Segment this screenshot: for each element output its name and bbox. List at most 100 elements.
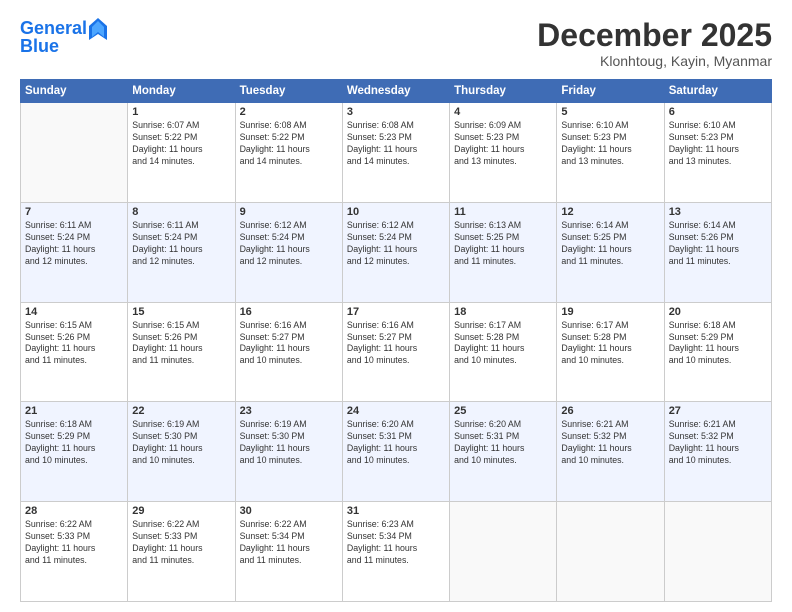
calendar-cell: 30 Sunrise: 6:22 AMSunset: 5:34 PMDayligh…	[235, 502, 342, 602]
daylight-text: Daylight: 11 hours	[25, 443, 123, 455]
day-number: 11	[454, 206, 552, 218]
daylight-text: Daylight: 11 hours	[454, 244, 552, 256]
sunrise-text: Sunrise: 6:12 AM	[347, 220, 445, 232]
daylight-text: and 10 minutes.	[347, 455, 445, 467]
day-number: 15	[132, 306, 230, 318]
cell-info: Sunrise: 6:22 AMSunset: 5:34 PMDaylight:…	[240, 519, 338, 567]
daylight-text: Daylight: 11 hours	[132, 144, 230, 156]
cell-info: Sunrise: 6:11 AMSunset: 5:24 PMDaylight:…	[132, 220, 230, 268]
week-row-1: 7 Sunrise: 6:11 AMSunset: 5:24 PMDaylight…	[21, 202, 772, 302]
sunrise-text: Sunrise: 6:19 AM	[132, 419, 230, 431]
col-header-tuesday: Tuesday	[235, 80, 342, 103]
day-number: 31	[347, 505, 445, 517]
day-number: 21	[25, 405, 123, 417]
day-number: 30	[240, 505, 338, 517]
cell-info: Sunrise: 6:15 AMSunset: 5:26 PMDaylight:…	[132, 320, 230, 368]
cell-info: Sunrise: 6:20 AMSunset: 5:31 PMDaylight:…	[454, 419, 552, 467]
day-number: 17	[347, 306, 445, 318]
daylight-text: and 10 minutes.	[561, 355, 659, 367]
calendar-cell: 17Sunrise: 6:16 AMSunset: 5:27 PMDayligh…	[342, 302, 449, 402]
cell-info: Sunrise: 6:22 AMSunset: 5:33 PMDaylight:…	[25, 519, 123, 567]
sunrise-text: Sunrise: 6:07 AM	[132, 120, 230, 132]
day-number: 4	[454, 106, 552, 118]
calendar-cell: 21Sunrise: 6:18 AMSunset: 5:29 PMDayligh…	[21, 402, 128, 502]
daylight-text: and 14 minutes.	[347, 156, 445, 168]
sunset-text: Sunset: 5:30 PM	[240, 431, 338, 443]
daylight-text: Daylight: 11 hours	[669, 343, 767, 355]
sunrise-text: Sunrise: 6:09 AM	[454, 120, 552, 132]
day-number: 7	[25, 206, 123, 218]
sunrise-text: Sunrise: 6:22 AM	[25, 519, 123, 531]
calendar-cell: 20Sunrise: 6:18 AMSunset: 5:29 PMDayligh…	[664, 302, 771, 402]
day-number: 25	[454, 405, 552, 417]
sunrise-text: Sunrise: 6:21 AM	[669, 419, 767, 431]
daylight-text: Daylight: 11 hours	[347, 144, 445, 156]
sunrise-text: Sunrise: 6:19 AM	[240, 419, 338, 431]
day-number: 24	[347, 405, 445, 417]
calendar-cell	[21, 103, 128, 203]
calendar-cell: 5Sunrise: 6:10 AMSunset: 5:23 PMDaylight…	[557, 103, 664, 203]
cell-info: Sunrise: 6:21 AMSunset: 5:32 PMDaylight:…	[669, 419, 767, 467]
day-number: 2	[240, 106, 338, 118]
calendar-cell	[664, 502, 771, 602]
sunset-text: Sunset: 5:29 PM	[669, 332, 767, 344]
daylight-text: Daylight: 11 hours	[561, 244, 659, 256]
col-header-wednesday: Wednesday	[342, 80, 449, 103]
daylight-text: and 14 minutes.	[240, 156, 338, 168]
day-number: 18	[454, 306, 552, 318]
sunrise-text: Sunrise: 6:17 AM	[561, 320, 659, 332]
sunset-text: Sunset: 5:32 PM	[669, 431, 767, 443]
cell-info: Sunrise: 6:19 AMSunset: 5:30 PMDaylight:…	[240, 419, 338, 467]
daylight-text: and 12 minutes.	[132, 256, 230, 268]
sunrise-text: Sunrise: 6:20 AM	[347, 419, 445, 431]
daylight-text: Daylight: 11 hours	[240, 443, 338, 455]
daylight-text: and 11 minutes.	[669, 256, 767, 268]
daylight-text: and 11 minutes.	[25, 355, 123, 367]
calendar-cell: 29Sunrise: 6:22 AMSunset: 5:33 PMDayligh…	[128, 502, 235, 602]
sunrise-text: Sunrise: 6:12 AM	[240, 220, 338, 232]
week-row-3: 21Sunrise: 6:18 AMSunset: 5:29 PMDayligh…	[21, 402, 772, 502]
daylight-text: Daylight: 11 hours	[669, 244, 767, 256]
daylight-text: and 14 minutes.	[132, 156, 230, 168]
daylight-text: and 10 minutes.	[669, 455, 767, 467]
sunset-text: Sunset: 5:25 PM	[561, 232, 659, 244]
daylight-text: Daylight: 11 hours	[454, 144, 552, 156]
daylight-text: Daylight: 11 hours	[25, 543, 123, 555]
sunrise-text: Sunrise: 6:18 AM	[25, 419, 123, 431]
daylight-text: Daylight: 11 hours	[240, 343, 338, 355]
sunrise-text: Sunrise: 6:22 AM	[240, 519, 338, 531]
day-number: 27	[669, 405, 767, 417]
sunrise-text: Sunrise: 6:11 AM	[25, 220, 123, 232]
cell-info: Sunrise: 6:14 AMSunset: 5:26 PMDaylight:…	[669, 220, 767, 268]
cell-info: Sunrise: 6:07 AMSunset: 5:22 PMDaylight:…	[132, 120, 230, 168]
sunrise-text: Sunrise: 6:21 AM	[561, 419, 659, 431]
calendar-cell: 25 Sunrise: 6:20 AMSunset: 5:31 PMDayligh…	[450, 402, 557, 502]
calendar-cell: 23Sunrise: 6:19 AMSunset: 5:30 PMDayligh…	[235, 402, 342, 502]
daylight-text: and 13 minutes.	[454, 156, 552, 168]
daylight-text: Daylight: 11 hours	[240, 244, 338, 256]
daylight-text: and 12 minutes.	[240, 256, 338, 268]
calendar-page: General Blue December 2025 Klonhtoug, Ka…	[0, 0, 792, 612]
daylight-text: Daylight: 11 hours	[561, 343, 659, 355]
sunrise-text: Sunrise: 6:23 AM	[347, 519, 445, 531]
cell-info: Sunrise: 6:16 AMSunset: 5:27 PMDaylight:…	[240, 320, 338, 368]
cell-info: Sunrise: 6:08 AMSunset: 5:22 PMDaylight:…	[240, 120, 338, 168]
daylight-text: and 10 minutes.	[240, 355, 338, 367]
daylight-text: Daylight: 11 hours	[669, 443, 767, 455]
daylight-text: and 10 minutes.	[25, 455, 123, 467]
header: General Blue December 2025 Klonhtoug, Ka…	[20, 18, 772, 69]
day-number: 20	[669, 306, 767, 318]
sunset-text: Sunset: 5:26 PM	[669, 232, 767, 244]
daylight-text: and 10 minutes.	[240, 455, 338, 467]
sunset-text: Sunset: 5:31 PM	[347, 431, 445, 443]
calendar-cell: 10Sunrise: 6:12 AMSunset: 5:24 PMDayligh…	[342, 202, 449, 302]
daylight-text: and 10 minutes.	[561, 455, 659, 467]
col-header-monday: Monday	[128, 80, 235, 103]
daylight-text: and 10 minutes.	[454, 455, 552, 467]
calendar-cell: 4Sunrise: 6:09 AMSunset: 5:23 PMDaylight…	[450, 103, 557, 203]
daylight-text: and 11 minutes.	[347, 555, 445, 567]
sunset-text: Sunset: 5:25 PM	[454, 232, 552, 244]
calendar-cell: 1Sunrise: 6:07 AMSunset: 5:22 PMDaylight…	[128, 103, 235, 203]
cell-info: Sunrise: 6:21 AMSunset: 5:32 PMDaylight:…	[561, 419, 659, 467]
daylight-text: Daylight: 11 hours	[669, 144, 767, 156]
